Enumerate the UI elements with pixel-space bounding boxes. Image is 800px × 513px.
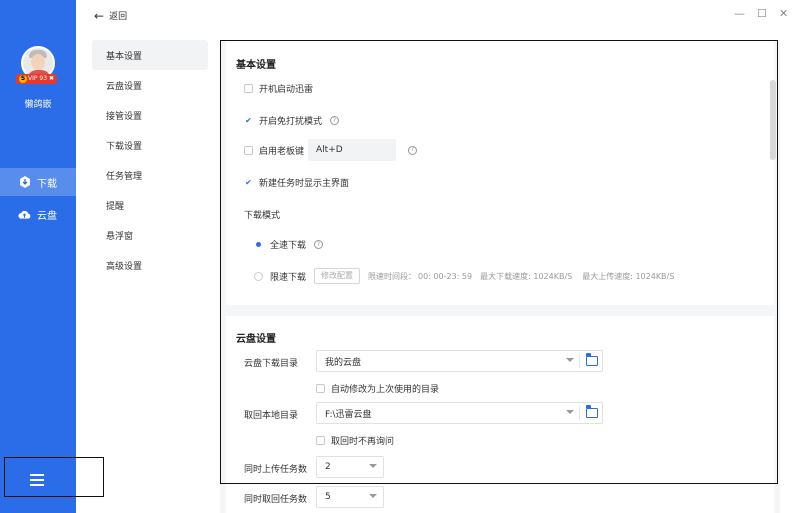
boss-key-input[interactable]: Alt+D [308,139,397,161]
chevron-down-icon[interactable] [369,464,377,468]
help-icon[interactable]: ? [330,116,340,125]
settings-menu-item-advanced[interactable]: 高级设置 [92,250,208,280]
no-ask-label: 取回时不再询问 [331,437,395,447]
scrollbar[interactable] [770,80,776,160]
hamburger-menu-icon[interactable] [30,474,44,486]
cloud-settings-card: 云盘设置 云盘下载目录 我的云盘 自动修改为上次使用的目录 取回本地目录 F:\… [226,316,774,513]
retrieve-dir-label: 取回本地目录 [244,411,299,421]
upload-tasks-label: 同时上传任务数 [244,465,308,475]
cloud-icon [18,208,31,221]
help-icon[interactable]: ? [408,145,418,155]
folder-icon[interactable] [585,405,598,418]
sidebar-item-label: 云盘 [37,210,57,222]
startup-option[interactable]: 开机启动迅雷 [244,82,313,95]
help-icon[interactable]: ? [314,240,324,249]
vip-badge-label: VIP 93 ✖ [28,75,54,82]
sidebar-item-cloud[interactable]: 云盘 [0,200,76,228]
startup-label: 开机启动迅雷 [259,85,314,95]
startup-checkbox[interactable] [244,84,253,93]
settings-menu-item-tasks[interactable]: 任务管理 [92,160,208,190]
back-button[interactable]: ← 返回 [94,8,128,23]
cloud-settings-title: 云盘设置 [236,334,276,345]
boss-key-option[interactable]: 启用老板键 Alt+D ? [244,139,418,161]
download-mode-label: 下载模式 [244,211,281,221]
retrieve-tasks-select[interactable]: 5 [316,486,384,508]
folder-icon[interactable] [585,353,598,366]
no-ask-checkbox[interactable] [316,436,325,445]
full-speed-radio[interactable] [254,240,263,249]
retrieve-dir-value: F:\迅雷云盘 [325,409,372,420]
cloud-download-dir-value: 我的云盘 [325,357,362,368]
cloud-download-dir-label: 云盘下载目录 [244,359,299,369]
dnd-option[interactable]: ✔ 开启免打扰模式 ? [244,114,340,127]
full-speed-option[interactable]: 全速下载 ? [254,238,324,251]
limited-speed-option[interactable]: 限速下载 修改配置 限速时间段： 00: 00-23: 59 最大下载速度: 1… [254,268,674,284]
auto-change-dir-label: 自动修改为上次使用的目录 [331,385,440,395]
upload-tasks-select[interactable]: 2 [316,456,384,478]
max-upload-speed: 最大上传速度: 1024KB/S [582,271,675,281]
dnd-checkbox[interactable]: ✔ [244,116,253,125]
retrieve-tasks-value: 5 [325,492,331,502]
sidebar-item-label: 下载 [37,178,57,190]
download-icon [18,176,31,189]
chevron-down-icon[interactable] [566,358,574,362]
limited-speed-label: 限速下载 [270,272,307,283]
settings-menu-item-floating[interactable]: 悬浮窗 [92,220,208,250]
auto-change-dir-option[interactable]: 自动修改为上次使用的目录 [316,382,439,395]
boss-key-label: 启用老板键 [259,146,305,157]
settings-menu-item-download[interactable]: 下载设置 [92,130,208,160]
back-arrow-icon: ← [94,8,105,23]
settings-menu-item-basic[interactable]: 基本设置 [92,40,208,70]
auto-change-dir-checkbox[interactable] [316,384,325,393]
app-sidebar: S VIP 93 ✖ 懒鸽嵌 下载 云盘 [0,0,76,513]
cloud-download-dir-select[interactable]: 我的云盘 [316,350,603,372]
maximize-icon[interactable]: ☐ [757,8,767,19]
back-label: 返回 [109,12,128,22]
show-main-label: 新建任务时显示主界面 [259,179,350,189]
sidebar-item-download[interactable]: 下载 [0,168,76,196]
max-download-speed: 最大下载速度: 1024KB/S [480,271,573,281]
vip-badge[interactable]: S VIP 93 ✖ [16,74,57,84]
settings-content[interactable]: 基本设置 开机启动迅雷 ✔ 开启免打扰模式 ? 启用老板键 Alt+D ? ✔ … [220,40,780,513]
retrieve-tasks-label: 同时取回任务数 [244,495,308,505]
modify-config-button[interactable]: 修改配置 [314,268,361,284]
settings-menu-item-cloud[interactable]: 云盘设置 [92,70,208,100]
basic-settings-card: 基本设置 开机启动迅雷 ✔ 开启免打扰模式 ? 启用老板键 Alt+D ? ✔ … [226,40,774,305]
show-main-option[interactable]: ✔ 新建任务时显示主界面 [244,176,349,189]
close-icon[interactable]: ✕ [779,8,788,19]
settings-menu-item-reminder[interactable]: 提醒 [92,190,208,220]
retrieve-dir-select[interactable]: F:\迅雷云盘 [316,402,603,424]
minimize-icon[interactable]: — [734,8,745,19]
settings-menu: 基本设置 云盘设置 接管设置 下载设置 任务管理 提醒 悬浮窗 高级设置 [92,40,208,280]
basic-settings-title: 基本设置 [236,60,276,71]
limited-speed-radio[interactable] [254,271,263,281]
dnd-label: 开启免打扰模式 [259,117,323,127]
chevron-down-icon[interactable] [566,410,574,414]
upload-tasks-value: 2 [325,462,331,472]
settings-menu-item-takeover[interactable]: 接管设置 [92,100,208,130]
username[interactable]: 懒鸽嵌 [0,97,76,110]
limit-period-label: 限速时间段： [368,271,417,281]
show-main-checkbox[interactable]: ✔ [244,178,253,187]
full-speed-label: 全速下载 [270,241,307,251]
chevron-down-icon[interactable] [369,494,377,498]
boss-key-checkbox[interactable] [244,145,253,155]
limit-period-value: 00: 00-23: 59 [418,271,473,281]
vip-level-icon: S [19,75,27,83]
no-ask-option[interactable]: 取回时不再询问 [316,434,394,447]
title-bar: ← 返回 — ☐ ✕ [76,0,800,32]
